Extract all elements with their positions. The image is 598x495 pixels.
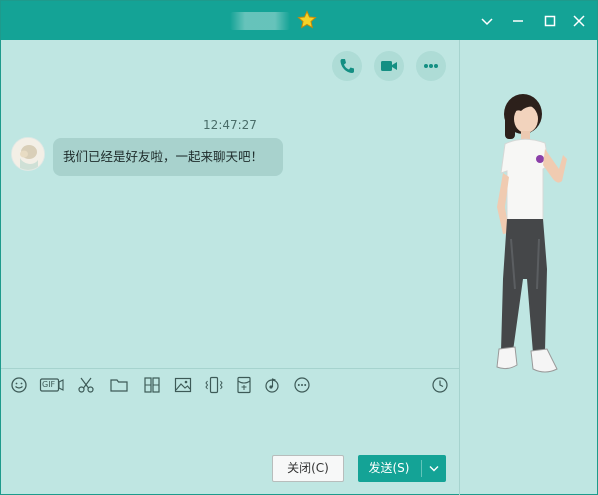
- red-packet-icon[interactable]: [234, 375, 254, 395]
- minimize-button[interactable]: [506, 9, 530, 33]
- emoji-icon[interactable]: [9, 375, 29, 395]
- panel-divider: [459, 40, 460, 495]
- send-button[interactable]: 发送(S): [358, 455, 446, 482]
- shake-icon[interactable]: [204, 375, 224, 395]
- voice-call-button[interactable]: [332, 51, 362, 81]
- more-icon[interactable]: [292, 375, 312, 395]
- gif-button[interactable]: GIF: [39, 375, 64, 395]
- message-bubble[interactable]: 我们已经是好友啦，一起来聊天吧！: [53, 138, 283, 176]
- video-camera-icon: [381, 61, 397, 71]
- phone-icon: [340, 59, 354, 73]
- more-dots-icon: [424, 64, 438, 68]
- toolbar-divider: [1, 368, 459, 369]
- image-grid-icon[interactable]: [142, 375, 162, 395]
- avatar-image: [12, 138, 44, 170]
- send-options-chevron-icon[interactable]: [422, 455, 446, 482]
- clock-icon[interactable]: [430, 375, 450, 395]
- folder-icon[interactable]: [109, 375, 129, 395]
- close-chat-button[interactable]: 关闭(C): [272, 455, 344, 482]
- picture-icon[interactable]: [173, 375, 193, 395]
- chat-window: 12:47:27 我们已经是好友啦，一起来聊天吧！ GIF 关闭(C) 发送(S…: [0, 0, 598, 495]
- music-icon[interactable]: [262, 375, 282, 395]
- close-button[interactable]: [567, 9, 591, 33]
- gif-label: GIF: [42, 380, 56, 389]
- chevron-down-icon[interactable]: [475, 9, 499, 33]
- star-badge-icon: [297, 10, 317, 29]
- contact-avatar[interactable]: [11, 137, 45, 171]
- message-timestamp: 12:47:27: [203, 118, 257, 132]
- scissors-icon[interactable]: [76, 375, 96, 395]
- avatar-character-figure: [496, 94, 567, 373]
- contact-name: [230, 12, 290, 30]
- maximize-button[interactable]: [538, 9, 562, 33]
- video-call-button[interactable]: [374, 51, 404, 81]
- title-bar[interactable]: [1, 1, 597, 40]
- more-button[interactable]: [416, 51, 446, 81]
- send-label[interactable]: 发送(S): [358, 455, 420, 482]
